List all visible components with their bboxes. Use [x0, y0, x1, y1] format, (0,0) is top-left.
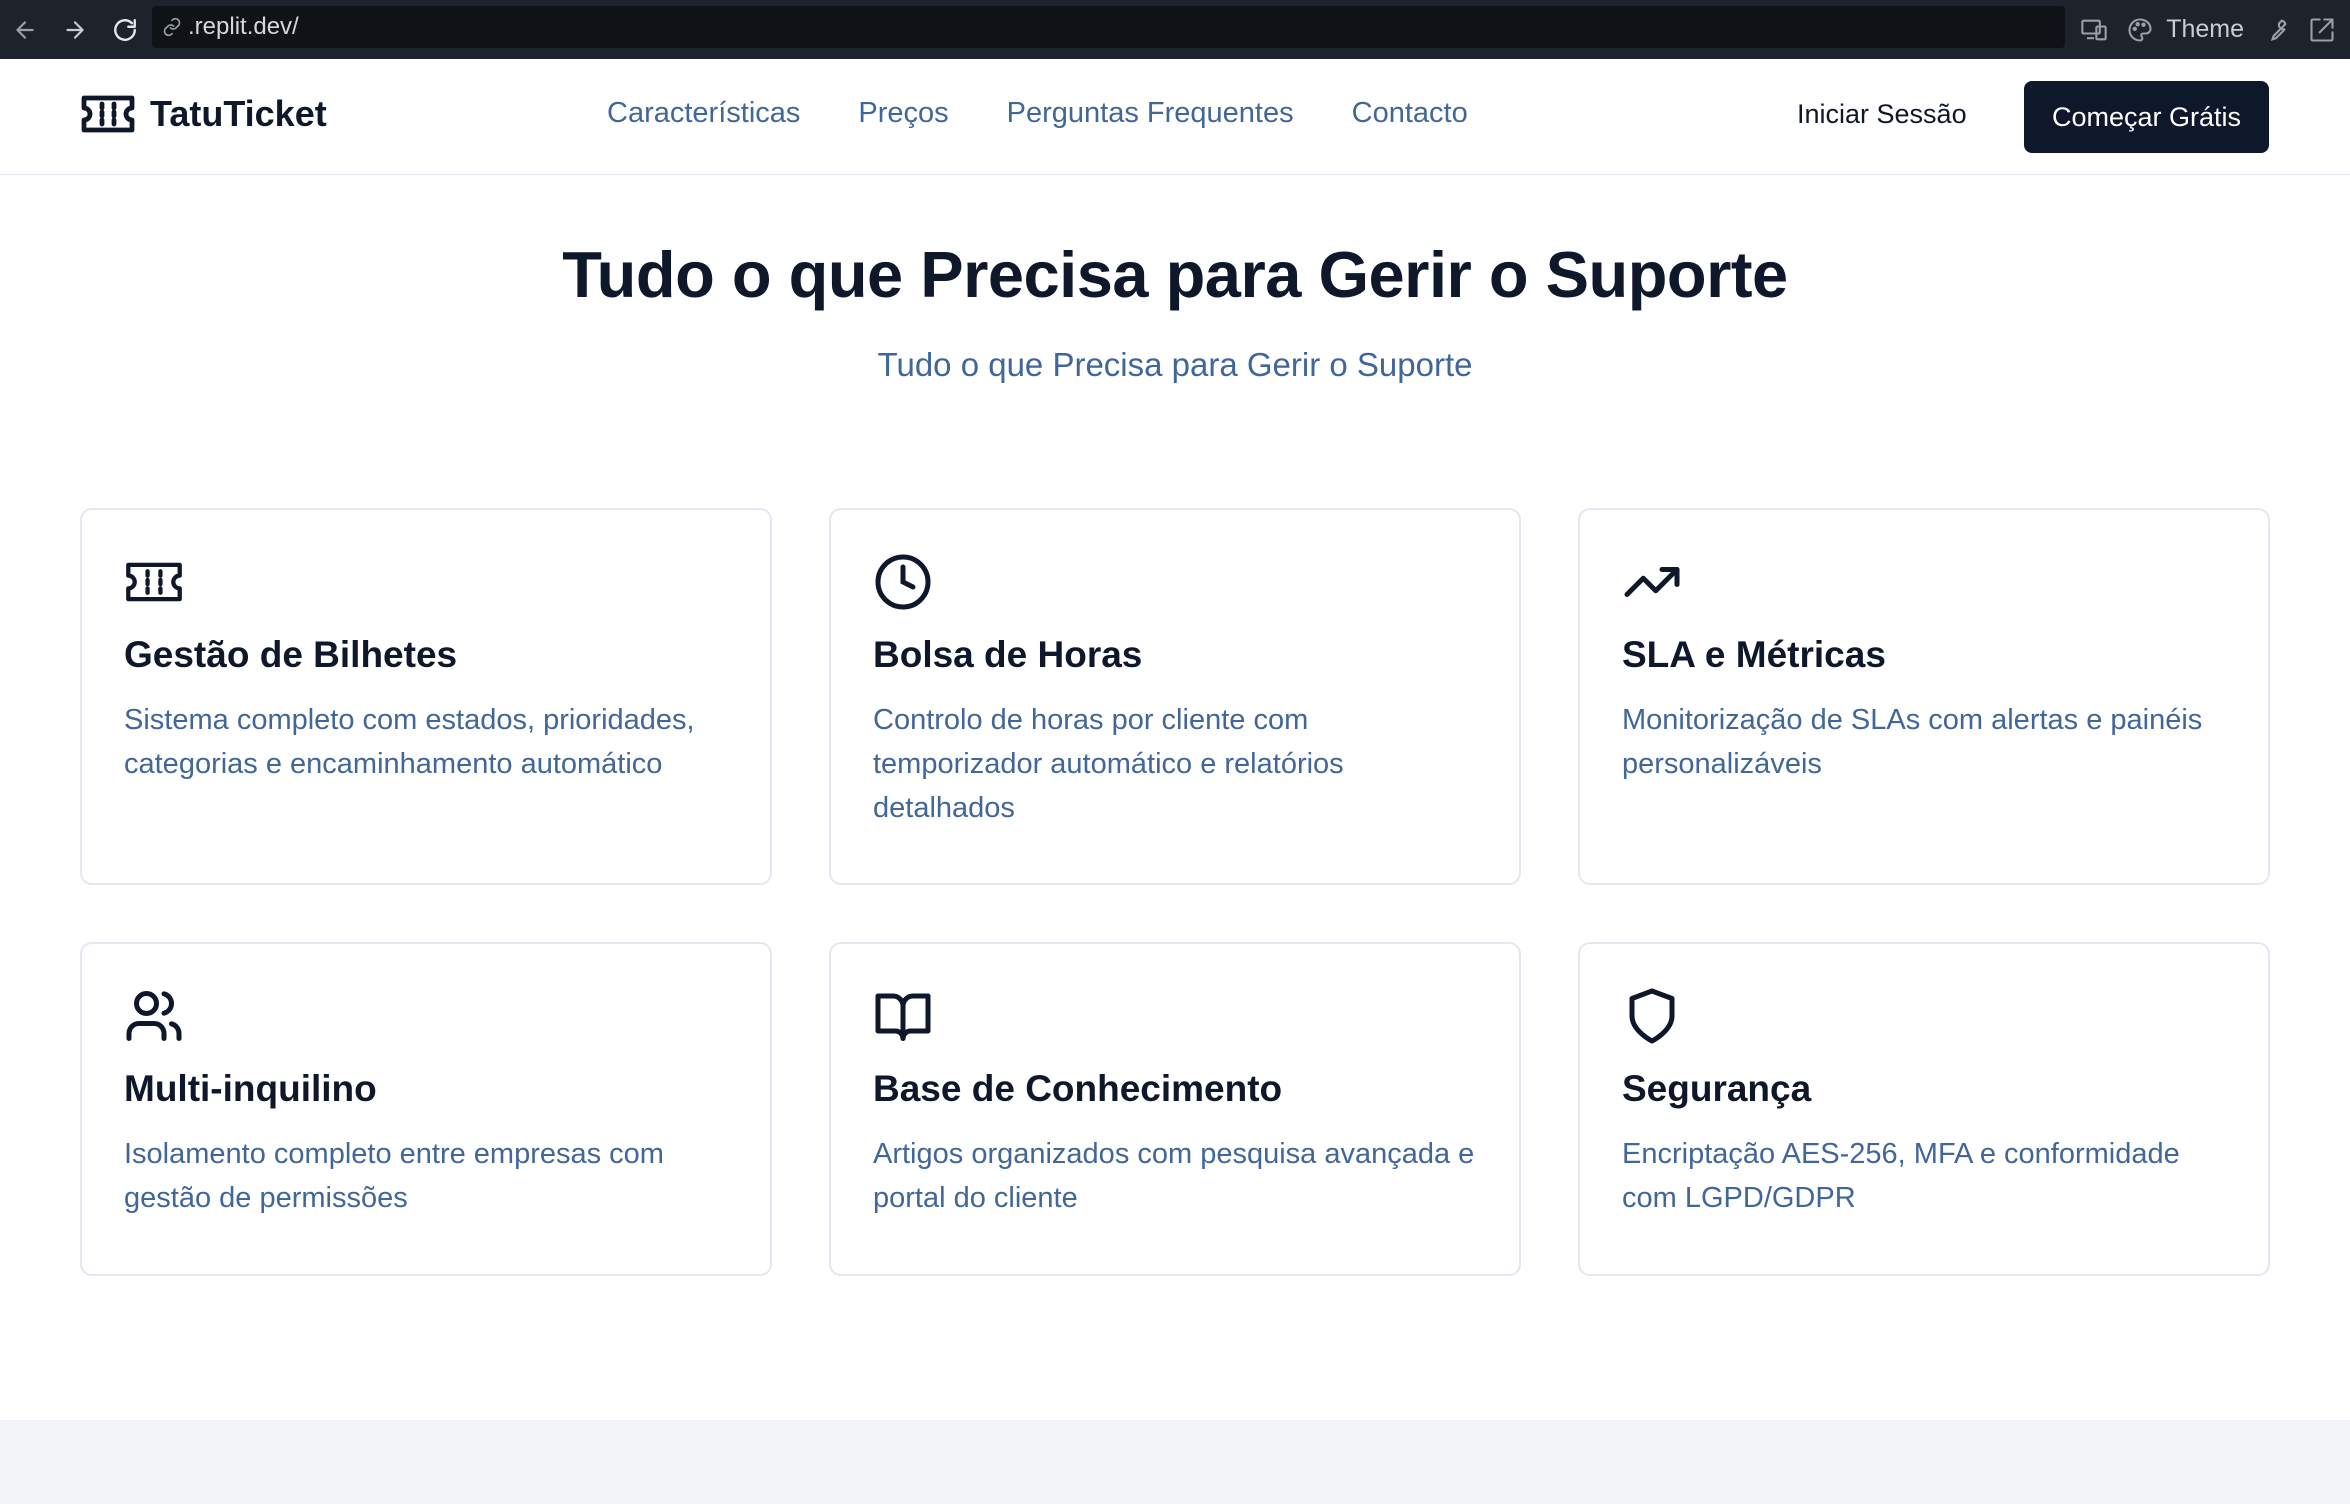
book-open-icon [873, 986, 933, 1046]
browser-tools: Theme [2080, 0, 2350, 59]
feature-description: Encriptação AES-256, MFA e conformidade … [1622, 1138, 2180, 1214]
start-free-button[interactable]: Começar Grátis [2024, 81, 2269, 153]
wrench-icon[interactable] [2262, 16, 2290, 44]
page-title: Tudo o que Precisa para Gerir o Suporte [562, 238, 1788, 311]
feature-title: Bolsa de Horas [873, 634, 1143, 675]
back-button[interactable] [0, 0, 50, 59]
link-icon [163, 17, 181, 37]
ticket-icon [124, 552, 184, 612]
feature-description: Artigos organizados com pesquisa avançad… [873, 1138, 1475, 1214]
feature-card: Gestão de Bilhetes Sistema completo com … [80, 508, 772, 885]
main-nav: Características Preços Perguntas Frequen… [607, 97, 1468, 130]
address-bar[interactable]: .replit.dev/ [152, 6, 2065, 48]
browser-toolbar: .replit.dev/ Theme [0, 0, 2350, 59]
nav-link-contacto[interactable]: Contacto [1352, 97, 1468, 130]
feature-title: Multi-inquilino [124, 1068, 377, 1109]
feature-title: Gestão de Bilhetes [124, 634, 458, 675]
nav-link-caracteristicas[interactable]: Características [607, 97, 800, 130]
ticket-icon [81, 95, 135, 133]
feature-card: Segurança Encriptação AES-256, MFA e con… [1578, 942, 2270, 1276]
users-icon [124, 986, 184, 1046]
feature-card: Multi-inquilino Isolamento completo entr… [80, 942, 772, 1276]
theme-label: Theme [2166, 15, 2244, 43]
nav-link-faq[interactable]: Perguntas Frequentes [1007, 97, 1294, 130]
reload-button[interactable] [100, 0, 150, 59]
brand-logo[interactable]: TatuTicket [80, 92, 327, 136]
clock-icon [873, 552, 933, 612]
feature-description: Isolamento completo entre empresas com g… [124, 1138, 664, 1214]
site-header: TatuTicket Características Preços Pergun… [0, 59, 2350, 175]
shield-icon [1622, 986, 1682, 1046]
feature-description: Controlo de horas por cliente com tempor… [873, 704, 1344, 824]
page-subtitle: Tudo o que Precisa para Gerir o Suporte [877, 346, 1473, 383]
feature-card: Bolsa de Horas Controlo de horas por cli… [829, 508, 1521, 885]
theme-button[interactable]: Theme [2126, 15, 2244, 44]
features-grid: Gestão de Bilhetes Sistema completo com … [80, 508, 2270, 1276]
forward-button[interactable] [50, 0, 100, 59]
trending-up-icon [1622, 552, 1682, 612]
palette-icon [2128, 17, 2152, 42]
feature-title: Segurança [1622, 1068, 1812, 1109]
url-text: .replit.dev/ [188, 13, 299, 40]
nav-link-precos[interactable]: Preços [858, 97, 948, 130]
devices-icon[interactable] [2080, 16, 2108, 44]
feature-title: SLA e Métricas [1622, 634, 1886, 675]
feature-card: Base de Conhecimento Artigos organizados… [829, 942, 1521, 1276]
external-link-icon[interactable] [2308, 16, 2336, 44]
reload-icon [114, 18, 136, 41]
arrow-right-icon [66, 20, 84, 39]
feature-title: Base de Conhecimento [873, 1068, 1283, 1109]
feature-card: SLA e Métricas Monitorização de SLAs com… [1578, 508, 2270, 885]
feature-description: Sistema completo com estados, prioridade… [124, 704, 695, 780]
feature-description: Monitorização de SLAs com alertas e pain… [1622, 704, 2203, 780]
brand-name: TatuTicket [150, 93, 327, 134]
arrow-left-icon [16, 20, 34, 39]
login-link[interactable]: Iniciar Sessão [1797, 99, 1967, 130]
next-section [0, 1420, 2350, 1504]
